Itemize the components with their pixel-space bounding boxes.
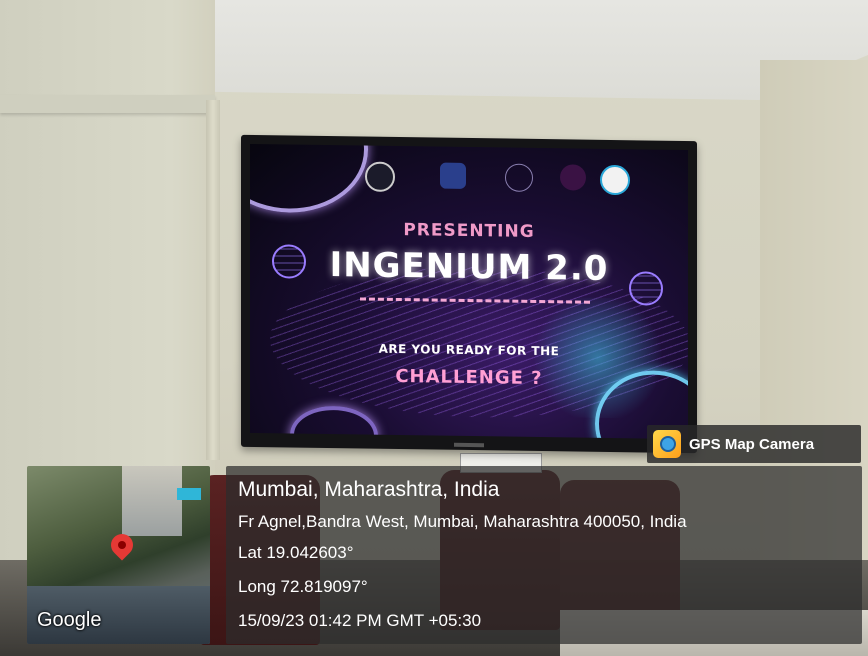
sponsor-logo-row — [250, 156, 688, 202]
neon-ring-graphic — [290, 405, 378, 440]
club-logo-icon — [440, 162, 466, 189]
location-timestamp: 15/09/23 01:42 PM GMT +05:30 — [238, 611, 482, 630]
location-longitude: Long 72.819097° — [238, 577, 368, 596]
map-thumbnail: Google — [27, 466, 210, 644]
location-latitude: Lat 19.042603° — [238, 543, 354, 562]
map-buildings — [122, 466, 182, 536]
google-logo: Google — [37, 609, 102, 631]
wall-pillar — [206, 100, 220, 460]
gps-badge-label: GPS Map Camera — [689, 435, 815, 453]
event-title: INGENIUM 2.0 — [329, 245, 609, 289]
location-info-panel: Mumbai, Maharashtra, India Fr Agnel,Band… — [226, 466, 862, 644]
gps-map-camera-badge: GPS Map Camera — [647, 425, 861, 463]
gps-map-camera-icon — [653, 430, 681, 458]
presenting-text: PRESENTING — [403, 220, 535, 242]
tv-brand-badge — [454, 442, 484, 448]
club-logo-icon — [505, 163, 533, 192]
ceiling-beam — [0, 95, 215, 113]
college-logo-icon — [365, 161, 395, 192]
tv-screen: PRESENTING INGENIUM 2.0 ARE YOU READY FO… — [250, 143, 688, 440]
map-pool — [177, 488, 201, 500]
location-address: Fr Agnel,Bandra West, Mumbai, Maharashtr… — [238, 512, 687, 531]
television: PRESENTING INGENIUM 2.0 ARE YOU READY FO… — [241, 134, 697, 454]
club-logo-icon — [560, 164, 586, 191]
club-logo-icon — [600, 164, 630, 196]
location-city: Mumbai, Maharashtra, India — [238, 478, 500, 501]
